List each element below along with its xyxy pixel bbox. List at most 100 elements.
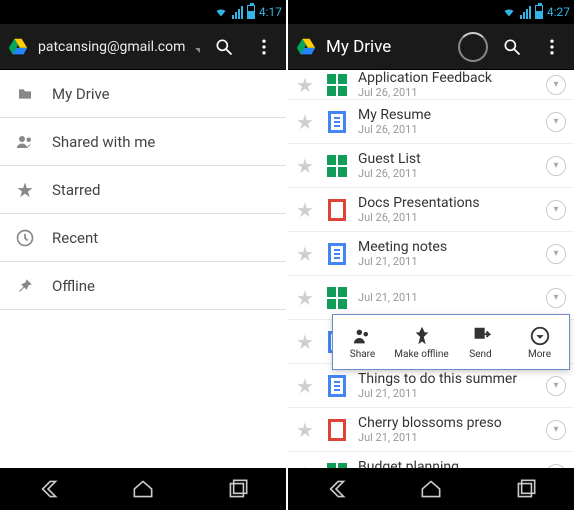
file-name: Budget planning <box>358 459 536 468</box>
sheet-icon <box>326 285 348 311</box>
file-date: Jul 21, 2011 <box>358 387 536 400</box>
chevron-down-icon[interactable]: ▾ <box>546 75 566 95</box>
file-date: Jul 21, 2011 <box>358 255 536 268</box>
wifi-icon <box>502 6 516 18</box>
signal-icon <box>232 6 243 19</box>
file-row[interactable]: ★ Cherry blossoms presoJul 21, 2011 ▾ <box>288 408 574 452</box>
overflow-menu-button[interactable] <box>248 24 280 70</box>
nav-shared[interactable]: Shared with me <box>0 118 286 166</box>
back-button[interactable] <box>35 476 61 502</box>
chevron-down-icon[interactable]: ▾ <box>546 200 566 220</box>
home-button[interactable] <box>130 476 156 502</box>
overflow-menu-button[interactable] <box>536 24 568 70</box>
clock: 4:17 <box>259 5 282 19</box>
file-name: Cherry blossoms preso <box>358 415 536 431</box>
star-toggle[interactable]: ★ <box>294 418 316 442</box>
file-name: Application Feedback <box>358 70 536 86</box>
file-name: Meeting notes <box>358 239 536 255</box>
file-row[interactable]: ★ Meeting notesJul 21, 2011 ▾ <box>288 232 574 276</box>
pres-icon <box>326 417 348 443</box>
star-toggle[interactable]: ★ <box>294 374 316 398</box>
nav-my-drive[interactable]: My Drive <box>0 70 286 118</box>
doc-icon <box>326 373 348 399</box>
status-bar: 4:17 <box>0 0 286 24</box>
status-bar: 4:27 <box>288 0 574 24</box>
file-date: Jul 26, 2011 <box>358 123 536 136</box>
file-row[interactable]: ★ My ResumeJul 26, 2011 ▾ <box>288 100 574 144</box>
file-row[interactable]: ★ Guest ListJul 26, 2011 ▾ <box>288 144 574 188</box>
file-row[interactable]: ★ Docs PresentationsJul 26, 2011 ▾ <box>288 188 574 232</box>
app-bar: My Drive <box>288 24 574 70</box>
file-date: Jul 26, 2011 <box>358 167 536 180</box>
send-action[interactable]: Send <box>451 315 510 369</box>
star-toggle[interactable]: ★ <box>294 73 316 97</box>
pres-icon <box>326 197 348 223</box>
star-toggle[interactable]: ★ <box>294 154 316 178</box>
file-name: My Resume <box>358 107 536 123</box>
sheet-icon <box>326 72 348 98</box>
file-name: Guest List <box>358 151 536 167</box>
nav-offline[interactable]: Offline <box>0 262 286 310</box>
action-popup: Share Make offline Send More <box>332 314 570 370</box>
star-toggle[interactable]: ★ <box>294 286 316 310</box>
star-toggle[interactable]: ★ <box>294 242 316 266</box>
system-nav-bar <box>288 468 574 510</box>
people-icon <box>14 133 36 151</box>
more-action[interactable]: More <box>510 315 569 369</box>
nav-recent[interactable]: Recent <box>0 214 286 262</box>
loading-spinner-icon <box>458 32 488 62</box>
file-row[interactable]: ★ Application FeedbackJul 26, 2011 ▾ <box>288 70 574 100</box>
nav-body: My Drive Shared with me ★Starred Recent … <box>0 70 286 468</box>
search-button[interactable] <box>208 24 240 70</box>
star-toggle[interactable]: ★ <box>294 198 316 222</box>
nav-label: Shared with me <box>52 133 155 151</box>
file-list-body: ★Application FeedbackJul 26, 2011▾★My Re… <box>288 70 574 468</box>
chevron-down-icon[interactable]: ▾ <box>546 376 566 396</box>
clock: 4:27 <box>547 5 570 19</box>
drive-folder-icon <box>14 86 36 102</box>
file-date: Jul 21, 2011 <box>358 431 536 444</box>
chevron-down-icon[interactable]: ▾ <box>546 288 566 308</box>
star-toggle[interactable]: ★ <box>294 110 316 134</box>
chevron-down-icon[interactable]: ▾ <box>546 420 566 440</box>
file-name: Things to do this summer <box>358 371 536 387</box>
phone-left: 4:17 patcansing@gmail.com My Drive Share… <box>0 0 286 510</box>
nav-label: My Drive <box>52 85 110 103</box>
chevron-down-icon[interactable]: ▾ <box>546 464 566 469</box>
chevron-down-icon[interactable]: ▾ <box>546 244 566 264</box>
drive-logo-icon <box>6 36 30 58</box>
search-button[interactable] <box>496 24 528 70</box>
file-date: Jul 21, 2011 <box>358 291 536 304</box>
recents-button[interactable] <box>225 476 251 502</box>
doc-icon <box>326 241 348 267</box>
file-date: Jul 26, 2011 <box>358 211 536 224</box>
home-button[interactable] <box>418 476 444 502</box>
account-dropdown[interactable]: patcansing@gmail.com <box>38 39 200 55</box>
star-toggle[interactable]: ★ <box>294 462 316 469</box>
nav-label: Offline <box>52 277 95 295</box>
file-name: Docs Presentations <box>358 195 536 211</box>
system-nav-bar <box>0 468 286 510</box>
file-row[interactable]: ★Budget planningJul 21, 2011▾ <box>288 452 574 468</box>
doc-icon <box>326 109 348 135</box>
file-date: Jul 26, 2011 <box>358 86 536 99</box>
make-offline-action[interactable]: Make offline <box>392 315 451 369</box>
star-toggle[interactable]: ★ <box>294 330 316 354</box>
share-action[interactable]: Share <box>333 315 392 369</box>
sheet-icon <box>326 153 348 179</box>
page-title: My Drive <box>326 37 450 57</box>
sheet-icon <box>326 461 348 469</box>
nav-list: My Drive Shared with me ★Starred Recent … <box>0 70 286 310</box>
file-list[interactable]: ★Application FeedbackJul 26, 2011▾★My Re… <box>288 70 574 468</box>
chevron-down-icon[interactable]: ▾ <box>546 156 566 176</box>
app-bar: patcansing@gmail.com <box>0 24 286 70</box>
chevron-down-icon[interactable]: ▾ <box>546 112 566 132</box>
recents-button[interactable] <box>513 476 539 502</box>
file-row[interactable]: ★ Things to do this summerJul 21, 2011 ▾ <box>288 364 574 408</box>
nav-starred[interactable]: ★Starred <box>0 166 286 214</box>
back-button[interactable] <box>323 476 349 502</box>
star-icon: ★ <box>14 178 36 202</box>
nav-label: Recent <box>52 229 98 247</box>
clock-icon <box>14 228 36 248</box>
wifi-icon <box>214 6 228 18</box>
